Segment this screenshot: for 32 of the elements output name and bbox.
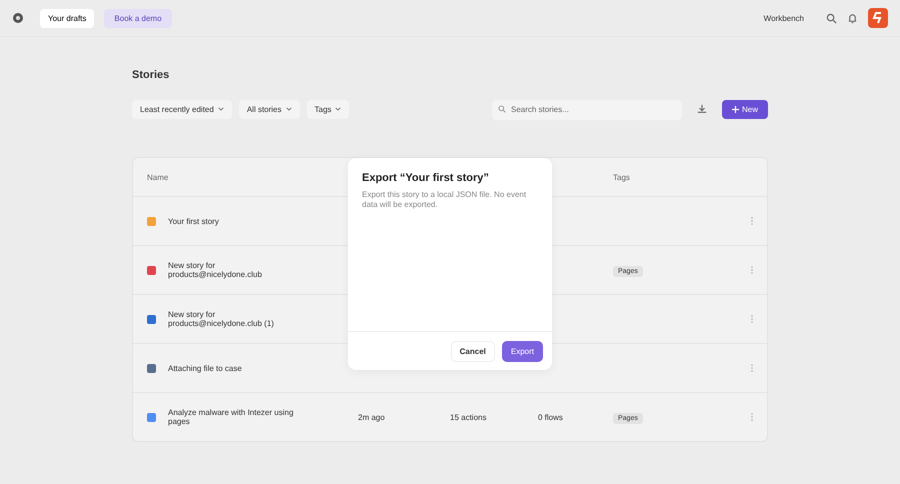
search-field[interactable]: Search stories... (492, 100, 682, 120)
story-name[interactable]: Attaching file to case (168, 364, 303, 372)
story-name[interactable]: Your first story (168, 216, 303, 226)
dialog-title: Export “Your first story” (362, 172, 490, 184)
table-cell-text: 2m ago (358, 412, 386, 422)
cancel-button[interactable]: Cancel (450, 340, 495, 362)
download-icon[interactable] (696, 104, 707, 114)
export-button[interactable]: Export (502, 340, 543, 362)
table-cell-text: 0 flows (538, 412, 564, 422)
dialog-description: Export this story to a local JSON file. No event data will be exported. (362, 190, 528, 211)
bell-icon[interactable] (847, 12, 858, 24)
chevron-down-icon (335, 107, 342, 111)
chevron-down-icon (286, 107, 292, 111)
search-icon (498, 105, 506, 113)
story-name[interactable]: Analyze malware with Intezer using pages (168, 408, 303, 426)
new-button[interactable]: New (722, 100, 768, 118)
story-name[interactable]: New story for products@nicelydone.club (168, 261, 303, 279)
chevron-down-icon (218, 107, 224, 111)
workbench-button[interactable]: Workbench (758, 10, 810, 26)
search-icon[interactable] (826, 12, 837, 24)
workspace-dropdown[interactable]: Your drafts (40, 8, 94, 28)
column-header: Tags (613, 172, 631, 182)
filter-dropdown[interactable]: Tags (306, 100, 350, 118)
filter-dropdown[interactable]: All stories (238, 100, 300, 118)
table-cell-text: 15 actions (450, 412, 488, 422)
page-title: Stories (132, 69, 170, 81)
plus-icon (732, 106, 739, 112)
story-name[interactable]: New story for products@nicelydone.club (1) (168, 310, 303, 328)
filter-dropdown[interactable]: Least recently edited (132, 100, 232, 118)
book-demo-button[interactable]: Book a demo (104, 8, 172, 28)
column-header: Name (147, 172, 170, 182)
logo-icon[interactable] (868, 8, 888, 28)
